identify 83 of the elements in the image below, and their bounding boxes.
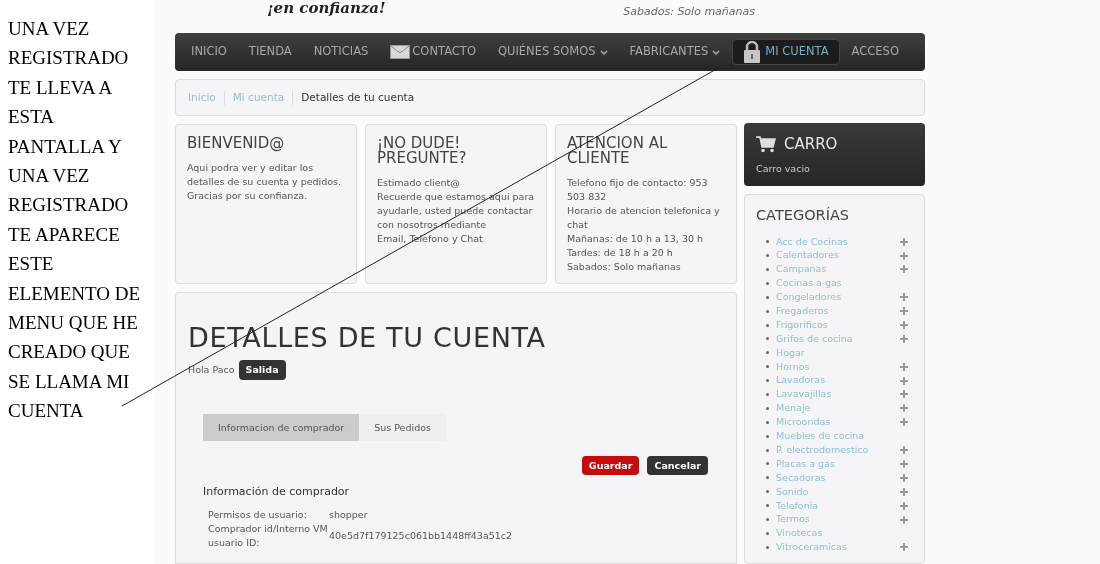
card-title: ¡NO DUDE! PREGUNTE?: [377, 136, 468, 166]
card-text: Telefono fijo de contacto: 953 503 832: [567, 176, 709, 204]
category-link[interactable]: Cocinas a gas: [776, 276, 842, 291]
card-text: Gracias por su confianza.: [187, 189, 309, 203]
plus-icon[interactable]: [900, 376, 908, 385]
category-link[interactable]: Campanas: [776, 262, 827, 277]
category-link[interactable]: Grifos de cocina: [776, 331, 853, 347]
section-title: Información de comprador: [203, 484, 351, 501]
nav-item[interactable]: MI CUENTA: [732, 39, 840, 65]
tab[interactable]: Informacion de comprador: [203, 414, 360, 442]
category-link[interactable]: Sonido: [776, 484, 809, 499]
cart-title: CARRO: [784, 134, 838, 155]
nav-item[interactable]: TIENDA: [238, 39, 302, 65]
category-link[interactable]: Microondas: [776, 415, 831, 430]
plus-icon[interactable]: [900, 418, 908, 427]
plus-icon[interactable]: [900, 390, 908, 399]
card-text: Sabados: Solo mañanas: [567, 260, 682, 274]
card-text: Aqui podra ver y editar los detalles de su cuenta y pedidos.: [187, 161, 343, 189]
cancel-button[interactable]: Cancelar: [647, 456, 708, 476]
nav-item[interactable]: CONTACTO: [380, 39, 486, 65]
field-label: Comprador id/Interno VM usuario ID:: [208, 521, 329, 550]
breadcrumb-current: Detalles de tu cuenta: [301, 89, 415, 105]
logo-slogan: ¡en confianza!: [267, 0, 386, 19]
card-title: BIENVENID@: [187, 136, 286, 151]
category-link[interactable]: Hogar: [776, 345, 805, 360]
category-link[interactable]: Vinotecas: [776, 526, 823, 541]
logout-button[interactable]: Salida: [238, 360, 286, 381]
category-link[interactable]: Muebles de cocina: [776, 429, 865, 444]
category-link[interactable]: Termos: [776, 512, 810, 527]
category-link[interactable]: Vitroceramicas: [776, 540, 847, 555]
plus-icon[interactable]: [900, 321, 908, 330]
field-value: 40e5d7f179125c061bb1448ff43a51c2: [329, 528, 513, 543]
envelope-icon: [390, 45, 411, 59]
cart-icon: [756, 135, 776, 153]
tab[interactable]: Sus Pedidos: [359, 414, 446, 442]
plus-icon[interactable]: [900, 251, 908, 260]
nav-item[interactable]: QUIÉNES SOMOS: [487, 39, 618, 65]
plus-icon[interactable]: [900, 404, 908, 413]
save-button[interactable]: Guardar: [581, 456, 640, 476]
category-link[interactable]: Secadoras: [776, 470, 826, 485]
plus-icon[interactable]: [900, 515, 908, 524]
annotation-note: UNA VEZ REGISTRADO TE LLEVA A ESTA PANTALLA Y UNA VEZ REGISTRADO TE APARECE ESTE ELEMENTO DE MENU QUE HE CREADO QUE SE LLAMA MI CUENTA: [8, 17, 142, 424]
nav-item[interactable]: INICIO: [181, 39, 237, 65]
category-link[interactable]: Placas a gas: [776, 456, 835, 472]
plus-icon[interactable]: [900, 334, 908, 343]
breadcrumb-link[interactable]: Inicio: [188, 89, 216, 106]
category-link[interactable]: Calentadores: [776, 248, 839, 263]
category-link[interactable]: Lavavajillas: [776, 387, 832, 402]
plus-icon[interactable]: [900, 237, 908, 246]
category-link[interactable]: P. electrodomestico: [776, 442, 869, 458]
category-link[interactable]: Acc de Cocinas: [776, 234, 848, 249]
card-text: Estimado client@: [377, 176, 461, 190]
plus-icon[interactable]: [900, 487, 908, 496]
card-text: Horario de atencion telefonica y chat: [567, 204, 721, 232]
category-link[interactable]: Hornos: [776, 359, 810, 374]
padlock-icon: [743, 41, 762, 63]
nav-item[interactable]: FABRICANTES: [619, 39, 731, 65]
cart-status: Carro vacio: [756, 161, 811, 176]
greeting: Hola Paco: [188, 363, 235, 377]
category-link[interactable]: Menaje: [776, 401, 811, 416]
category-link[interactable]: Telefonia: [776, 498, 819, 513]
categories-title: CATEGORÍAS: [756, 206, 851, 225]
opening-hours: Sabados: Solo mañanas: [623, 4, 755, 20]
category-link[interactable]: Fregaderos: [776, 304, 829, 319]
plus-icon[interactable]: [900, 543, 908, 552]
plus-icon[interactable]: [900, 307, 908, 316]
nav-item[interactable]: ACCESO: [841, 39, 909, 65]
plus-icon[interactable]: [900, 293, 908, 302]
plus-icon[interactable]: [900, 362, 908, 371]
plus-icon[interactable]: [900, 446, 908, 455]
field-value: shopper: [329, 507, 368, 522]
nav-item[interactable]: NOTICIAS: [303, 39, 379, 65]
category-link[interactable]: Congeladores: [776, 290, 842, 305]
breadcrumb-link[interactable]: Mi cuenta: [232, 89, 285, 106]
plus-icon[interactable]: [900, 459, 908, 468]
plus-icon[interactable]: [900, 473, 908, 482]
plus-icon[interactable]: [900, 501, 908, 510]
field-label: Permisos de usuario:: [208, 507, 308, 522]
card-text: Mañanas: de 10 h a 13, 30 h: [567, 232, 704, 246]
category-link[interactable]: Lavadoras: [776, 373, 826, 388]
card-text: Tardes: de 18 h a 20 h: [567, 246, 674, 260]
category-link[interactable]: Frigorificos: [776, 317, 828, 333]
plus-icon[interactable]: [900, 265, 908, 274]
